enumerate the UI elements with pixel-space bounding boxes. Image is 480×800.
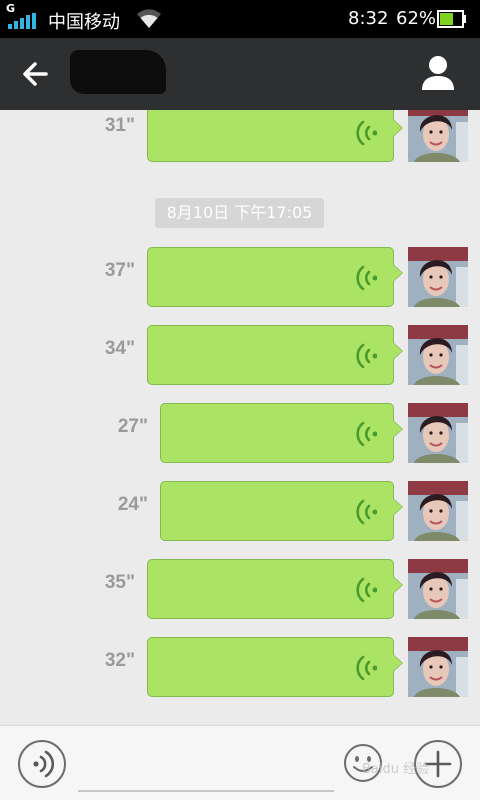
voice-mode-icon xyxy=(33,750,55,778)
voice-mode-button[interactable] xyxy=(18,740,66,788)
voice-message: 32" xyxy=(0,637,480,697)
signal-icon xyxy=(8,13,36,29)
wifi-icon xyxy=(137,9,161,28)
message-input[interactable] xyxy=(78,748,334,792)
person-icon[interactable] xyxy=(416,52,460,96)
voice-wave-icon xyxy=(356,343,377,369)
voice-duration: 31" xyxy=(104,115,135,136)
voice-bubble[interactable] xyxy=(147,110,403,162)
voice-message: 24" xyxy=(0,481,480,541)
voice-bubble[interactable] xyxy=(147,637,403,697)
avatar[interactable] xyxy=(408,637,468,697)
voice-duration: 27" xyxy=(117,416,148,437)
voice-bubble[interactable] xyxy=(160,481,403,541)
voice-duration: 34" xyxy=(104,338,135,359)
voice-message: 35" xyxy=(0,559,480,619)
voice-wave-icon xyxy=(356,120,377,146)
watermark: Baidu 经验 xyxy=(362,762,430,777)
carrier-label: 中国移动 xyxy=(48,12,120,33)
voice-bubble[interactable] xyxy=(147,325,403,385)
voice-wave-icon xyxy=(356,265,377,291)
battery-percent: 62% xyxy=(396,8,437,29)
timestamp-label: 8月10日 下午17:05 xyxy=(155,198,324,228)
voice-duration: 32" xyxy=(104,650,135,671)
voice-bubble[interactable] xyxy=(160,403,403,463)
voice-bubble[interactable] xyxy=(147,559,403,619)
battery-icon xyxy=(437,10,466,28)
voice-wave-icon xyxy=(356,421,377,447)
voice-message: 37" xyxy=(0,247,480,307)
voice-duration: 37" xyxy=(104,260,135,281)
voice-bubble[interactable] xyxy=(147,247,403,307)
avatar[interactable] xyxy=(408,325,468,385)
chat-message-list[interactable]: 31" 8月10日 下午17:05 37" 34" 27" 24" 35" 32… xyxy=(0,110,480,725)
back-arrow-icon[interactable] xyxy=(14,54,58,94)
avatar[interactable] xyxy=(408,110,468,162)
voice-duration: 35" xyxy=(104,572,135,593)
avatar[interactable] xyxy=(408,247,468,307)
voice-wave-icon xyxy=(356,577,377,603)
status-bar: G 中国移动 8:32 62% xyxy=(0,0,480,38)
voice-message: 27" xyxy=(0,403,480,463)
avatar[interactable] xyxy=(408,559,468,619)
chat-header xyxy=(0,38,480,110)
contact-name xyxy=(70,50,166,94)
voice-message: 31" xyxy=(0,110,480,162)
clock: 8:32 xyxy=(348,8,389,29)
voice-duration: 24" xyxy=(117,494,148,515)
avatar[interactable] xyxy=(408,403,468,463)
input-bar: Baidu 经验 xyxy=(0,725,480,800)
voice-wave-icon xyxy=(356,655,377,681)
voice-wave-icon xyxy=(356,499,377,525)
avatar[interactable] xyxy=(408,481,468,541)
voice-message: 34" xyxy=(0,325,480,385)
